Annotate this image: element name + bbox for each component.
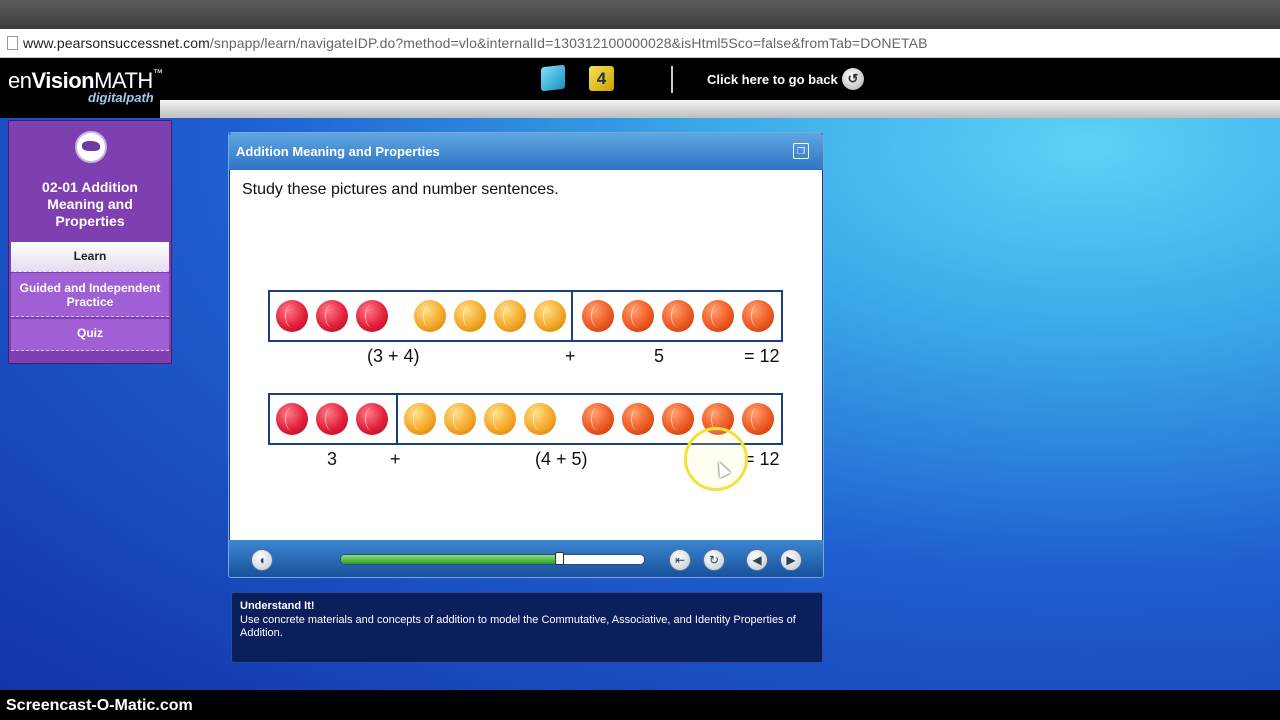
orange-ball (742, 300, 774, 332)
group-divider (571, 292, 573, 340)
row1-result: = 12 (744, 346, 780, 366)
red-ball (316, 403, 348, 435)
row2-plus: + (390, 449, 401, 469)
page-icon (7, 36, 18, 50)
activity-window: Addition Meaning and Properties ❐ Study … (228, 132, 824, 578)
group-divider (396, 395, 398, 443)
forward-arrow-icon[interactable]: ▶ (780, 549, 802, 571)
red-ball (356, 300, 388, 332)
app-header (0, 58, 1280, 102)
sidebar-item-quiz[interactable]: Quiz (11, 319, 169, 351)
orange-ball (742, 403, 774, 435)
exit-icon[interactable]: ⇤ (669, 549, 691, 571)
progress-handle[interactable] (555, 552, 565, 565)
red-ball (356, 403, 388, 435)
row1-plus: + (565, 346, 576, 366)
understand-title: Understand It! (240, 600, 315, 612)
orange-ball (582, 300, 614, 332)
sidebar-item-learn[interactable]: Learn (11, 242, 169, 272)
row2-addend: 3 (327, 449, 338, 469)
understand-it-box: Understand It! Use concrete materials an… (231, 592, 823, 663)
tool-4-icon[interactable]: 4 (589, 66, 614, 91)
ball-row-1 (268, 290, 783, 342)
instruction-text: Study these pictures and number sentence… (242, 181, 559, 198)
row1-addend: 5 (654, 346, 665, 366)
envision-logo: enVisionMATH™ digitalpath (8, 68, 163, 105)
progress-bar[interactable] (340, 554, 645, 565)
header-shine (160, 100, 1280, 118)
orange-ball (582, 403, 614, 435)
recorder-watermark: Screencast-O-Matic.com (6, 697, 193, 714)
row1-group-sum: (3 + 4) (367, 346, 420, 366)
activity-title: Addition Meaning and Properties (236, 144, 440, 159)
browser-toolbar (0, 0, 1280, 29)
back-arrow-icon[interactable]: ◀ (746, 549, 768, 571)
logo-prefix: en (8, 68, 32, 93)
red-ball (276, 403, 308, 435)
sidebar-item-guided-practice[interactable]: Guided and Independent Practice (11, 273, 169, 317)
url-path: /snpapp/learn/navigateIDP.do?method=vlo&… (209, 35, 928, 51)
logo-tm: ™ (152, 68, 163, 79)
yellow-ball (444, 403, 476, 435)
yellow-ball (404, 403, 436, 435)
cursor-highlight (684, 427, 748, 491)
orange-ball (622, 300, 654, 332)
url-text[interactable]: www.pearsonsuccessnet.com/snpapp/learn/n… (23, 35, 928, 51)
orange-ball (622, 403, 654, 435)
activity-controls: ◖ ⇤ ↻ ◀ ▶ (229, 540, 823, 577)
yellow-ball (414, 300, 446, 332)
yellow-ball (524, 403, 556, 435)
orange-ball (702, 300, 734, 332)
progress-fill (341, 555, 560, 564)
url-host: www.pearsonsuccessnet.com (23, 35, 210, 51)
logo-brand: Vision (31, 68, 95, 93)
row2-result: = 12 (744, 449, 780, 469)
row2-group-sum: (4 + 5) (535, 449, 588, 469)
yellow-ball (454, 300, 486, 332)
activity-titlebar: Addition Meaning and Properties ❐ (229, 133, 823, 170)
yellow-ball (534, 300, 566, 332)
yellow-ball (494, 300, 526, 332)
lesson-sidebar: 02-01 Addition Meaning and Properties Le… (8, 120, 172, 364)
red-ball (276, 300, 308, 332)
lesson-map-icon (75, 131, 107, 163)
replay-icon[interactable]: ↻ (703, 549, 725, 571)
lesson-title: 02-01 Addition Meaning and Properties (42, 179, 138, 229)
glossary-tool-icon[interactable] (541, 64, 565, 92)
audio-icon[interactable]: ◖ (251, 549, 273, 571)
go-back-link[interactable]: Click here to go back (707, 72, 838, 87)
address-bar[interactable]: www.pearsonsuccessnet.com/snpapp/learn/n… (0, 29, 1280, 58)
refresh-icon[interactable]: ↺ (842, 68, 864, 90)
header-divider (671, 66, 673, 93)
red-ball (316, 300, 348, 332)
restore-window-icon[interactable]: ❐ (793, 143, 809, 159)
yellow-ball (484, 403, 516, 435)
logo-subtitle: digitalpath (88, 90, 154, 105)
orange-ball (662, 403, 694, 435)
understand-text: Use concrete materials and concepts of a… (240, 614, 796, 639)
orange-ball (662, 300, 694, 332)
